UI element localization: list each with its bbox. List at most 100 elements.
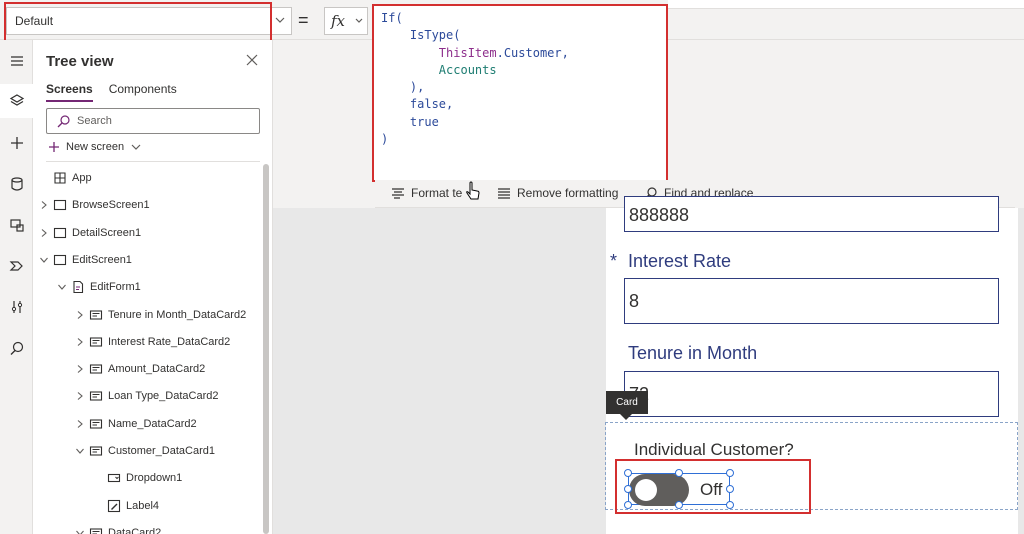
rail-search[interactable] — [0, 331, 33, 365]
hamburger-icon — [10, 56, 23, 66]
tab-components[interactable]: Components — [109, 82, 177, 102]
formula-token: ), — [409, 80, 425, 95]
data-card-icon — [89, 419, 103, 429]
database-icon — [10, 177, 23, 191]
tenure-label: Tenure in Month — [628, 343, 758, 363]
advanced-tools-icon — [11, 301, 22, 313]
tree-item-label: Tenure in Month_DataCard2 — [108, 308, 247, 321]
customer-label: Individual Customer? — [634, 440, 794, 459]
tenure-field[interactable]: 72 — [624, 371, 999, 417]
data-card-icon — [89, 309, 103, 320]
tree-view-title: Tree view — [46, 53, 114, 70]
chevron-right-icon[interactable] — [75, 419, 85, 429]
tree-search-input[interactable]: Search — [46, 108, 260, 134]
top-right-pane — [668, 0, 1024, 9]
tree-item[interactable]: EditForm1 — [33, 274, 261, 301]
rail-data[interactable] — [0, 167, 33, 201]
app-icon — [54, 172, 66, 184]
remove-formatting-label: Remove formatting — [517, 186, 619, 200]
tree-item[interactable]: DetailScreen1 — [33, 220, 261, 247]
required-star: * — [610, 251, 618, 271]
plus-icon — [10, 137, 23, 149]
rail-power-automate[interactable] — [0, 249, 33, 283]
tab-screens[interactable]: Screens — [46, 82, 93, 102]
formula-line: If( — [381, 10, 659, 27]
chevron-down-icon — [131, 144, 141, 150]
tree-item-label: Amount_DataCard2 — [108, 363, 206, 376]
chevron-right-icon[interactable] — [75, 337, 85, 347]
tree-item-label: Interest Rate_DataCard2 — [108, 335, 231, 348]
formula-line: ThisItem.Customer, — [381, 45, 659, 62]
tree-item[interactable]: Tenure in Month_DataCard2 — [33, 302, 261, 329]
interest-rate-field[interactable]: 8 — [624, 278, 999, 324]
search-placeholder: Search — [77, 115, 112, 127]
interest-rate-value: 8 — [629, 291, 640, 311]
amount-field[interactable]: 888888 — [624, 196, 999, 232]
tree-item[interactable]: Loan Type_DataCard2 — [33, 383, 261, 410]
formula-line: true — [381, 114, 659, 131]
formula-token: ) — [381, 132, 389, 147]
formula-line: IsType( — [381, 27, 659, 44]
tree-scrollbar[interactable] — [263, 164, 269, 534]
data-card-icon — [89, 337, 103, 347]
tree-item[interactable]: Amount_DataCard2 — [33, 356, 261, 383]
new-screen-label: New screen — [66, 141, 125, 153]
formula-line: ) — [381, 131, 659, 148]
remove-formatting-button[interactable]: Remove formatting — [497, 186, 618, 200]
chevron-down-icon[interactable] — [75, 528, 85, 534]
fx-label: fx — [331, 12, 346, 30]
chevron-down-icon[interactable] — [39, 255, 49, 265]
screen-icon — [53, 227, 67, 238]
tree-item[interactable]: Label4 — [33, 493, 261, 520]
chevron-down-icon[interactable] — [57, 282, 67, 292]
chevron-right-icon[interactable] — [39, 228, 49, 238]
mouse-pointer-icon — [466, 181, 480, 200]
tree-item[interactable]: EditScreen1 — [33, 247, 261, 274]
tree-view-panel: Tree view Screens Components Search New … — [33, 40, 273, 534]
formula-token: IsType( — [409, 28, 461, 43]
tree-item-label: Loan Type_DataCard2 — [108, 390, 219, 403]
tree-divider — [46, 161, 260, 162]
interest-rate-label: Interest Rate — [628, 251, 732, 271]
formula-line: ), — [381, 79, 659, 96]
tree-item[interactable]: App — [33, 165, 261, 192]
tree-item[interactable]: BrowseScreen1 — [33, 192, 261, 219]
tree-item[interactable]: DataCard2 — [33, 520, 261, 534]
fx-button[interactable]: fx — [324, 7, 368, 35]
formula-editor[interactable]: If( IsType( ThisItem.Customer, Accounts … — [372, 4, 668, 182]
chevron-right-icon[interactable] — [75, 364, 85, 374]
formula-token: ThisItem — [438, 45, 497, 60]
formula-token: .Customer, — [496, 45, 569, 60]
tree-item-label: Name_DataCard2 — [108, 417, 197, 430]
chevron-down-icon[interactable] — [75, 446, 85, 456]
rail-media[interactable] — [0, 208, 33, 242]
chevron-right-icon[interactable] — [75, 391, 85, 401]
tree-item[interactable]: Interest Rate_DataCard2 — [33, 329, 261, 356]
formula-token: If( — [381, 11, 403, 25]
tree-item-label: EditScreen1 — [72, 253, 132, 266]
layers-icon — [9, 94, 24, 106]
chevron-right-icon[interactable] — [39, 200, 49, 210]
rail-advanced-tools[interactable] — [0, 290, 33, 324]
tree-item-label: Label4 — [126, 499, 160, 512]
chevron-right-icon[interactable] — [75, 310, 85, 320]
format-text-button[interactable]: Format te — [391, 186, 462, 200]
close-icon[interactable] — [245, 53, 259, 67]
tree-item-label: EditForm1 — [90, 281, 141, 294]
rail-menu[interactable] — [0, 44, 33, 78]
media-icon — [9, 219, 24, 232]
equals-sign: = — [298, 10, 309, 30]
formula-line: Accounts — [381, 62, 659, 79]
rail-insert[interactable] — [0, 126, 33, 160]
format-text-label: Format te — [411, 186, 463, 200]
remove-formatting-icon — [498, 188, 510, 199]
rail-tree-view[interactable] — [0, 84, 33, 118]
new-screen-button[interactable]: New screen — [48, 141, 142, 153]
tree-item[interactable]: Customer_DataCard1 — [33, 438, 261, 465]
tree-item[interactable]: Dropdown1 — [33, 465, 261, 492]
flow-icon — [9, 261, 23, 271]
data-card-icon — [89, 528, 103, 534]
tree-item[interactable]: Name_DataCard2 — [33, 411, 261, 438]
screen-icon — [53, 200, 67, 211]
tree-item-label: Customer_DataCard1 — [108, 445, 215, 457]
